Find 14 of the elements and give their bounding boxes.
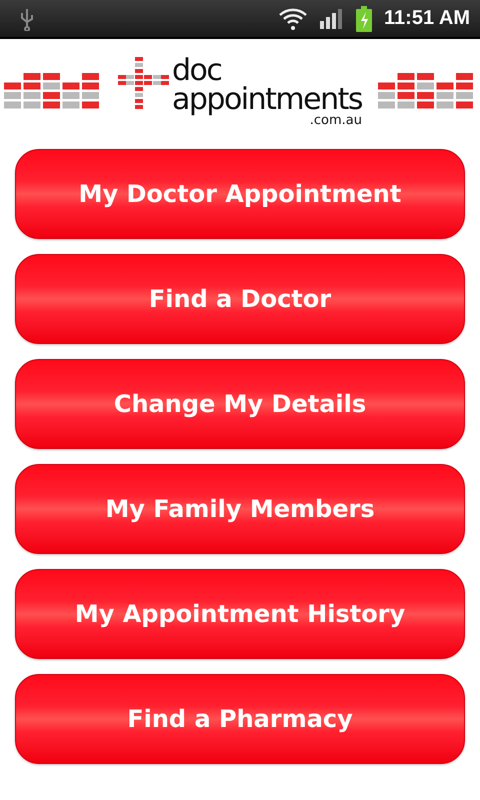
wifi-icon	[278, 6, 308, 30]
logo-domain: .com.au	[310, 114, 362, 127]
menu-button[interactable]: Find a Doctor	[15, 254, 465, 344]
menu-button[interactable]: Change My Details	[15, 359, 465, 449]
battery-charging-icon	[356, 6, 372, 32]
menu-button[interactable]: My Doctor Appointment	[15, 149, 465, 239]
menu-button[interactable]: Find a Pharmacy	[15, 674, 465, 764]
logo-text: appointments	[172, 86, 362, 114]
logo-text: doc	[172, 57, 222, 86]
menu-button[interactable]: My Family Members	[15, 464, 465, 554]
menu-button[interactable]: My Appointment History	[15, 569, 465, 659]
usb-icon	[18, 6, 36, 30]
signal-icon	[320, 8, 344, 30]
clock-time: 11:51 AM	[384, 7, 470, 30]
